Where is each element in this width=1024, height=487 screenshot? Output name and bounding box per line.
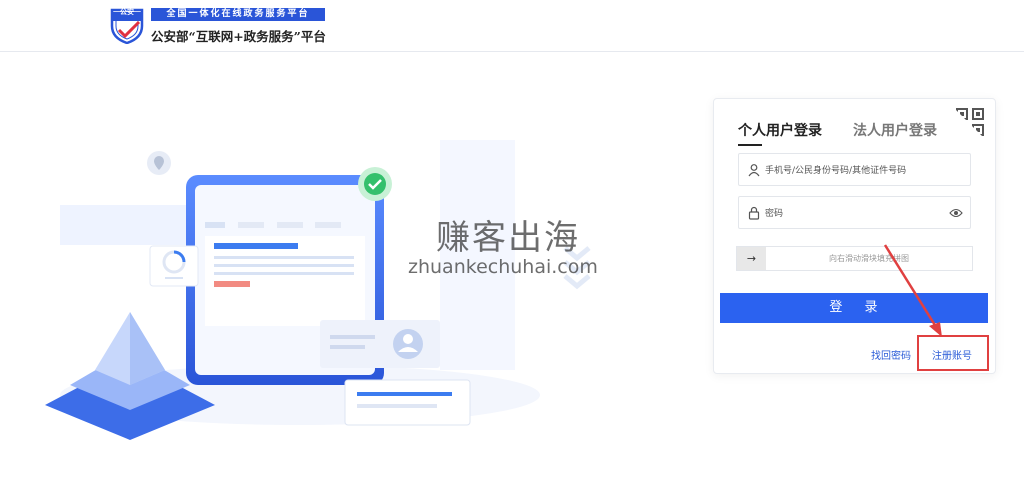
slider-handle[interactable]: → — [737, 247, 766, 270]
watermark-url: zhuankechuhai.com — [408, 256, 598, 278]
active-tab-indicator — [738, 144, 762, 146]
forgot-password-link[interactable]: 找回密码 — [871, 347, 911, 362]
account-input[interactable]: 手机号/公民身份号码/其他证件号码 — [738, 153, 971, 186]
platform-name: 公安部“互联网+政务服务”平台 — [151, 29, 326, 44]
tab-legal-login[interactable]: 法人用户登录 — [853, 120, 937, 140]
watermark-text: 赚客出海 — [436, 218, 580, 258]
lock-icon — [748, 206, 760, 220]
annotation-arrow — [883, 244, 942, 337]
password-input[interactable]: 密码 — [738, 196, 971, 229]
password-placeholder: 密码 — [765, 209, 784, 219]
annotation-highlight-box — [917, 335, 989, 371]
platform-slogan: 全国一体化在线政务服务平台 — [151, 8, 325, 21]
eye-icon[interactable] — [949, 207, 963, 219]
tab-personal-login[interactable]: 个人用户登录 — [738, 120, 822, 140]
qr-code-icon[interactable] — [951, 105, 989, 143]
badge-text: 公安 — [120, 8, 134, 16]
account-placeholder: 手机号/公民身份号码/其他证件号码 — [765, 166, 907, 176]
user-icon — [748, 164, 760, 177]
site-header: 公安 全国一体化在线政务服务平台 公安部“互联网+政务服务”平台 — [0, 0, 1024, 52]
